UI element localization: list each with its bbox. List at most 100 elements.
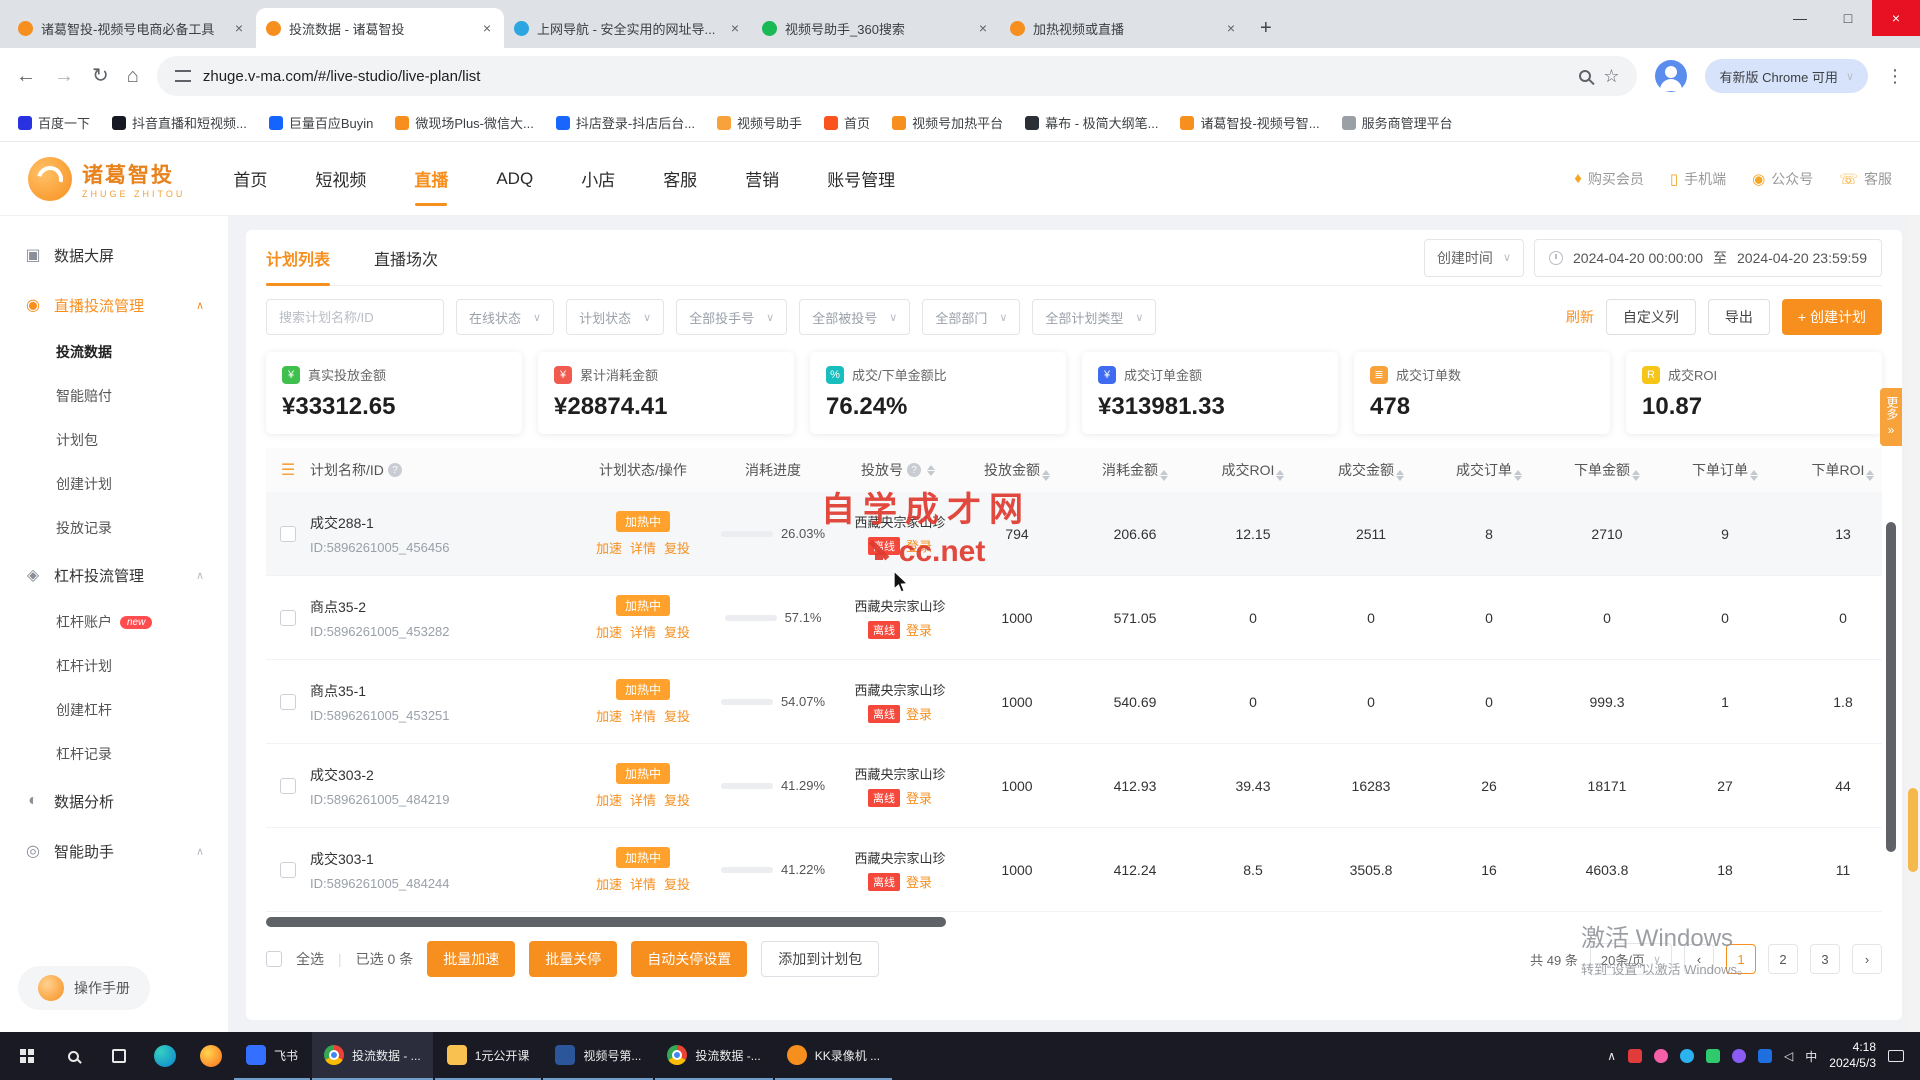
- bookmark-item[interactable]: 抖店登录-抖店后台...: [556, 113, 695, 132]
- row-checkbox[interactable]: [280, 526, 296, 542]
- date-range-picker[interactable]: 2024-04-20 00:00:00 至 2024-04-20 23:59:5…: [1534, 239, 1882, 277]
- plan-search-input[interactable]: [266, 299, 444, 335]
- sidebar-group-smart-assistant[interactable]: ◎智能助手∧: [0, 826, 228, 876]
- row-checkbox[interactable]: [280, 862, 296, 878]
- taskbar-search-button[interactable]: [50, 1032, 96, 1080]
- horizontal-scrollbar[interactable]: [266, 916, 1882, 928]
- browser-tab[interactable]: 加热视频或直播 ×: [1000, 8, 1248, 48]
- login-link[interactable]: 登录: [906, 788, 932, 807]
- page-scrollbar[interactable]: [1906, 216, 1920, 1032]
- sidebar-group-live-flow[interactable]: ◉直播投流管理∧: [0, 280, 228, 330]
- browser-menu-icon[interactable]: ⋮: [1886, 66, 1904, 87]
- row-checkbox[interactable]: [280, 778, 296, 794]
- sidebar-item-create-lever[interactable]: 创建杠杆: [0, 688, 228, 732]
- prev-page-button[interactable]: ‹: [1684, 944, 1714, 974]
- time-type-select[interactable]: 创建时间∨: [1424, 239, 1524, 277]
- mobile-link[interactable]: ▯手机端: [1670, 169, 1726, 189]
- plan-status-select[interactable]: 计划状态∨: [566, 299, 664, 335]
- nav-marketing[interactable]: 营销: [745, 142, 779, 216]
- taskbar-app-chrome-active[interactable]: 投流数据 - ...: [312, 1032, 433, 1080]
- taskbar-app-feishu[interactable]: 飞书: [234, 1032, 310, 1080]
- bookmark-item[interactable]: 诸葛智投-视频号智...: [1180, 113, 1319, 132]
- target-account-select[interactable]: 全部被投号∨: [799, 299, 910, 335]
- login-link[interactable]: 登录: [906, 536, 932, 555]
- sidebar-item-flow-data[interactable]: 投流数据: [0, 330, 228, 374]
- tray-app-icon[interactable]: [1758, 1049, 1772, 1063]
- reinvest-link[interactable]: 复投: [664, 790, 690, 809]
- browser-tab-active[interactable]: 投流数据 - 诸葛智投 ×: [256, 8, 504, 48]
- columns-menu-icon[interactable]: ☰: [281, 460, 295, 480]
- page-scrollbar-thumb[interactable]: [1908, 788, 1918, 872]
- sort-icon[interactable]: [1750, 470, 1758, 481]
- profile-avatar[interactable]: [1655, 60, 1687, 92]
- row-checkbox[interactable]: [280, 694, 296, 710]
- table-row[interactable]: 商点35-2ID:5896261005_453282 加热中加速详情复投 57.…: [266, 576, 1882, 660]
- operator-select[interactable]: 全部投手号∨: [676, 299, 787, 335]
- sort-icon[interactable]: [1632, 470, 1640, 481]
- address-bar[interactable]: zhuge.v-ma.com/#/live-studio/live-plan/l…: [157, 56, 1638, 96]
- details-link[interactable]: 详情: [630, 790, 656, 809]
- input-method-indicator[interactable]: 中: [1805, 1048, 1817, 1065]
- bookmark-item[interactable]: 首页: [824, 113, 870, 132]
- details-link[interactable]: 详情: [630, 538, 656, 557]
- tray-app-icon[interactable]: [1628, 1049, 1642, 1063]
- reinvest-link[interactable]: 复投: [664, 874, 690, 893]
- search-icon[interactable]: [1579, 70, 1591, 82]
- page-1-button[interactable]: 1: [1726, 944, 1756, 974]
- more-stats-button[interactable]: 更多»: [1880, 388, 1902, 446]
- sort-icon[interactable]: [1514, 470, 1522, 481]
- vertical-scrollbar-thumb[interactable]: [1886, 522, 1896, 852]
- plan-type-select[interactable]: 全部计划类型∨: [1032, 299, 1156, 335]
- app-logo[interactable]: 诸葛智投 ZHUGE ZHITOU: [28, 157, 185, 201]
- sort-icon[interactable]: [927, 465, 935, 476]
- nav-account[interactable]: 账号管理: [827, 142, 895, 216]
- bookmark-item[interactable]: 百度一下: [18, 113, 90, 132]
- browser-tab[interactable]: 上网导航 - 安全实用的网址导... ×: [504, 8, 752, 48]
- nav-live[interactable]: 直播: [414, 142, 448, 216]
- nav-service[interactable]: 客服: [663, 142, 697, 216]
- export-button[interactable]: 导出: [1708, 299, 1770, 335]
- taskbar-app-chrome-2[interactable]: 投流数据 -...: [655, 1032, 772, 1080]
- refresh-button[interactable]: 刷新: [1566, 307, 1594, 327]
- tray-app-icon[interactable]: [1680, 1049, 1694, 1063]
- tab-live-sessions[interactable]: 直播场次: [374, 230, 438, 286]
- tray-expand-icon[interactable]: ∧: [1607, 1049, 1616, 1063]
- tray-app-icon[interactable]: [1706, 1049, 1720, 1063]
- bookmark-item[interactable]: 巨量百应Buyin: [269, 113, 374, 132]
- tab-close-icon[interactable]: ×: [976, 20, 990, 36]
- batch-stop-button[interactable]: 批量关停: [529, 941, 617, 977]
- pinned-firefox-button[interactable]: [188, 1032, 234, 1080]
- tab-close-icon[interactable]: ×: [1224, 20, 1238, 36]
- accelerate-link[interactable]: 加速: [596, 790, 622, 809]
- nav-adq[interactable]: ADQ: [496, 142, 533, 216]
- login-link[interactable]: 登录: [906, 620, 932, 639]
- accelerate-link[interactable]: 加速: [596, 538, 622, 557]
- window-maximize-button[interactable]: □: [1824, 0, 1872, 36]
- page-size-select[interactable]: 20条/页∨: [1590, 943, 1672, 975]
- details-link[interactable]: 详情: [630, 622, 656, 641]
- taskbar-app-folder[interactable]: 1元公开课: [435, 1032, 542, 1080]
- select-all-label[interactable]: 全选: [296, 949, 324, 969]
- new-tab-button[interactable]: +: [1248, 17, 1284, 48]
- auto-stop-settings-button[interactable]: 自动关停设置: [631, 941, 747, 977]
- tab-close-icon[interactable]: ×: [480, 20, 494, 36]
- nav-short-video[interactable]: 短视频: [315, 142, 366, 216]
- pinned-edge-button[interactable]: [142, 1032, 188, 1080]
- sidebar-item-data-analysis[interactable]: ◐数据分析: [0, 776, 228, 826]
- accelerate-link[interactable]: 加速: [596, 874, 622, 893]
- chrome-update-button[interactable]: 有新版 Chrome 可用 ∨: [1705, 59, 1868, 93]
- back-icon[interactable]: ←: [16, 66, 36, 86]
- customize-columns-button[interactable]: 自定义列: [1606, 299, 1696, 335]
- reinvest-link[interactable]: 复投: [664, 706, 690, 725]
- accelerate-link[interactable]: 加速: [596, 706, 622, 725]
- buy-membership-link[interactable]: ♦购买会员: [1574, 169, 1644, 189]
- sort-icon[interactable]: [1042, 470, 1050, 481]
- task-view-button[interactable]: [96, 1032, 142, 1080]
- official-account-link[interactable]: ◉公众号: [1752, 169, 1813, 189]
- login-link[interactable]: 登录: [906, 704, 932, 723]
- table-row[interactable]: 商点35-1ID:5896261005_453251 加热中加速详情复投 54.…: [266, 660, 1882, 744]
- create-plan-button[interactable]: + 创建计划: [1782, 299, 1882, 335]
- details-link[interactable]: 详情: [630, 874, 656, 893]
- sort-icon[interactable]: [1276, 470, 1284, 481]
- tab-close-icon[interactable]: ×: [232, 20, 246, 36]
